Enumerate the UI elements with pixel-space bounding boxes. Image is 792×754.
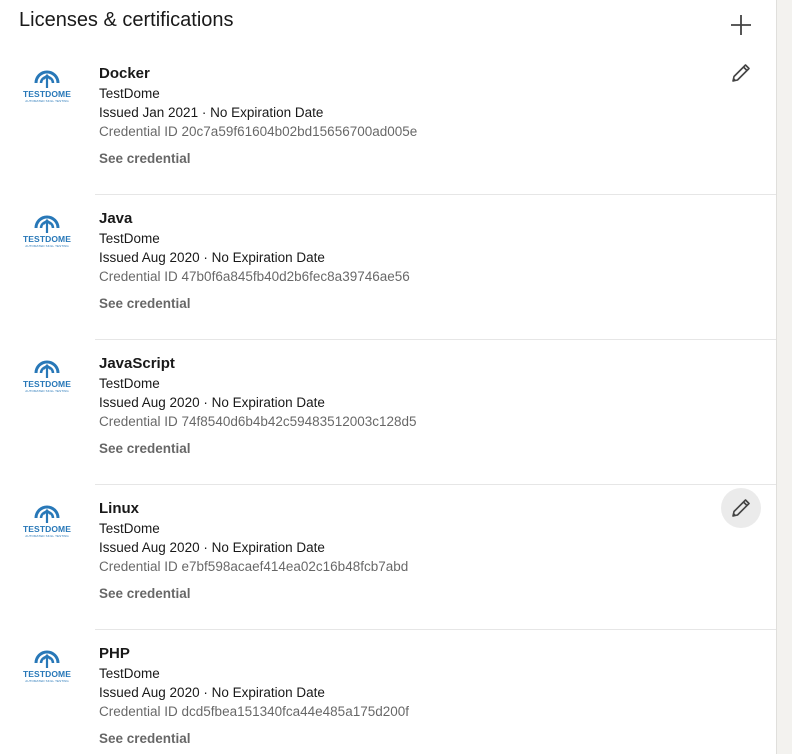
certification-title: JavaScript	[99, 355, 175, 372]
logo-name: TESTDOME	[22, 234, 72, 244]
credential-id: Credential ID 74f8540d6b4b42c59483512003…	[99, 414, 417, 429]
testdome-logo: TESTDOME AUTOMATED SKILL TESTING	[20, 503, 74, 543]
edit-certification-button[interactable]	[721, 53, 761, 93]
certification-details: Linux TestDome Issued Aug 2020 · No Expi…	[99, 499, 408, 603]
credential-id: Credential ID 47b0f6a845fb40d2b6fec8a397…	[99, 269, 410, 284]
see-credential-link[interactable]: See credential	[99, 294, 191, 313]
see-credential-link[interactable]: See credential	[99, 439, 191, 458]
issued-date: Issued Jan 2021 · No Expiration Date	[99, 105, 324, 120]
see-credential-link[interactable]: See credential	[99, 584, 191, 603]
certification-title: Docker	[99, 65, 150, 82]
issuer-name: TestDome	[99, 86, 160, 101]
section-title: Licenses & certifications	[19, 9, 234, 31]
testdome-logo: TESTDOME AUTOMATED SKILL TESTING	[20, 648, 74, 688]
testdome-logo-icon	[34, 360, 60, 378]
issued-date: Issued Aug 2020 · No Expiration Date	[99, 395, 325, 410]
see-credential-link[interactable]: See credential	[99, 729, 191, 748]
edit-certification-button[interactable]	[721, 488, 761, 528]
logo-tagline: AUTOMATED SKILL TESTING	[25, 534, 69, 538]
testdome-logo: TESTDOME AUTOMATED SKILL TESTING	[20, 68, 74, 108]
certification-title: PHP	[99, 645, 130, 662]
certification-item-linux: TESTDOME AUTOMATED SKILL TESTING Linux T…	[0, 485, 776, 630]
certification-item-php: TESTDOME AUTOMATED SKILL TESTING PHP Tes…	[0, 630, 776, 754]
testdome-logo-icon	[34, 505, 60, 523]
add-certification-button[interactable]	[722, 6, 760, 44]
pencil-icon	[732, 64, 750, 82]
issuer-name: TestDome	[99, 521, 160, 536]
credential-id: Credential ID dcd5fbea151340fca44e485a17…	[99, 704, 410, 719]
issuer-name: TestDome	[99, 376, 160, 391]
logo-name: TESTDOME	[22, 669, 72, 679]
testdome-logo-icon	[34, 215, 60, 233]
logo-name: TESTDOME	[22, 89, 72, 99]
logo-tagline: AUTOMATED SKILL TESTING	[25, 244, 69, 248]
testdome-logo-icon	[34, 70, 60, 88]
certification-title: Linux	[99, 500, 139, 517]
credential-id: Credential ID 20c7a59f61604b02bd15656700…	[99, 124, 418, 139]
logo-name: TESTDOME	[22, 524, 72, 534]
certification-item-javascript: TESTDOME AUTOMATED SKILL TESTING JavaScr…	[0, 340, 776, 485]
issued-date: Issued Aug 2020 · No Expiration Date	[99, 250, 325, 265]
testdome-logo-icon	[34, 650, 60, 668]
issuer-name: TestDome	[99, 666, 160, 681]
logo-tagline: AUTOMATED SKILL TESTING	[25, 99, 69, 103]
issuer-name: TestDome	[99, 231, 160, 246]
licenses-certifications-card: Licenses & certifications TESTDOME AUTOM…	[0, 0, 776, 754]
certification-details: Java TestDome Issued Aug 2020 · No Expir…	[99, 209, 410, 313]
certification-details: PHP TestDome Issued Aug 2020 · No Expira…	[99, 644, 409, 748]
credential-id: Credential ID e7bf598acaef414ea02c16b48f…	[99, 559, 409, 574]
page-background-rail	[776, 0, 792, 754]
certification-title: Java	[99, 210, 133, 227]
certification-details: Docker TestDome Issued Jan 2021 · No Exp…	[99, 64, 417, 168]
see-credential-link[interactable]: See credential	[99, 149, 191, 168]
certification-item-docker: TESTDOME AUTOMATED SKILL TESTING Docker …	[0, 50, 776, 195]
certification-details: JavaScript TestDome Issued Aug 2020 · No…	[99, 354, 417, 458]
testdome-logo: TESTDOME AUTOMATED SKILL TESTING	[20, 358, 74, 398]
logo-name: TESTDOME	[22, 379, 72, 389]
plus-icon	[731, 15, 751, 35]
logo-tagline: AUTOMATED SKILL TESTING	[25, 679, 69, 683]
certification-list: TESTDOME AUTOMATED SKILL TESTING Docker …	[0, 50, 776, 754]
testdome-logo: TESTDOME AUTOMATED SKILL TESTING	[20, 213, 74, 253]
logo-tagline: AUTOMATED SKILL TESTING	[25, 389, 69, 393]
issued-date: Issued Aug 2020 · No Expiration Date	[99, 685, 325, 700]
certification-item-java: TESTDOME AUTOMATED SKILL TESTING Java Te…	[0, 195, 776, 340]
issued-date: Issued Aug 2020 · No Expiration Date	[99, 540, 325, 555]
pencil-icon	[732, 499, 750, 517]
